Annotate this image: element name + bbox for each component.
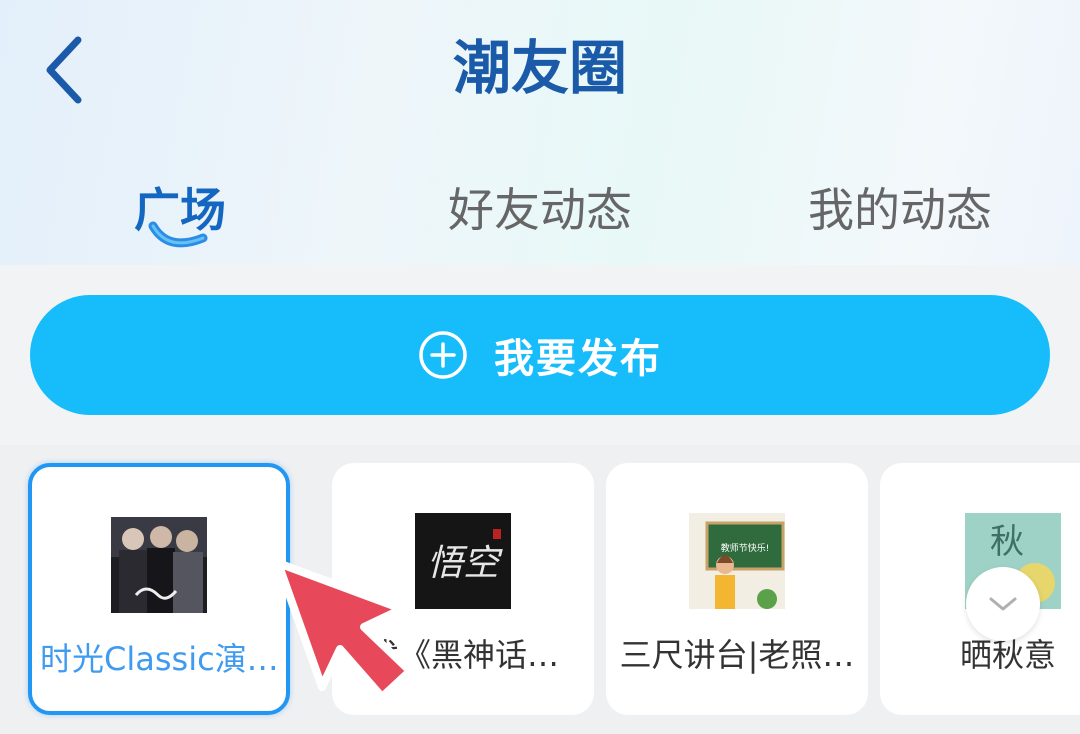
arrow-pointer-icon (274, 559, 414, 701)
topic-label: 时光Classic演… (40, 640, 278, 678)
svg-text:悟空: 悟空 (427, 543, 503, 584)
publish-button[interactable]: 我要发布 (30, 295, 1050, 415)
topic-thumbnail: 教师节快乐! (689, 513, 785, 609)
topic-card-classic-concert[interactable]: 时光Classic演… (28, 463, 290, 715)
page-title: 潮友圈 (452, 34, 627, 102)
svg-text:教师节快乐!: 教师节快乐! (721, 542, 770, 554)
topic-card-teacher-photos[interactable]: 教师节快乐! 三尺讲台|老照… (606, 463, 868, 715)
topic-label: 晒秋意 (960, 636, 1057, 674)
publish-label: 我要发布 (494, 336, 662, 382)
chevron-down-icon (989, 597, 1017, 611)
topic-thumbnail: 悟空 (415, 513, 511, 609)
topic-thumbnail (111, 517, 207, 613)
active-tab-indicator (148, 221, 208, 248)
plus-circle-icon (419, 331, 467, 379)
tab-friends-activity[interactable]: 好友动态 (410, 170, 670, 250)
tab-my-activity[interactable]: 我的动态 (770, 170, 1030, 250)
topic-strip: 时光Classic演… 悟空 找《黑神话… 教师节快乐! 三尺讲台|老照… 秋 … (0, 445, 1080, 734)
expand-topics-button[interactable] (966, 567, 1040, 641)
svg-text:秋: 秋 (990, 522, 1024, 562)
topic-label: 三尺讲台|老照… (619, 636, 855, 674)
